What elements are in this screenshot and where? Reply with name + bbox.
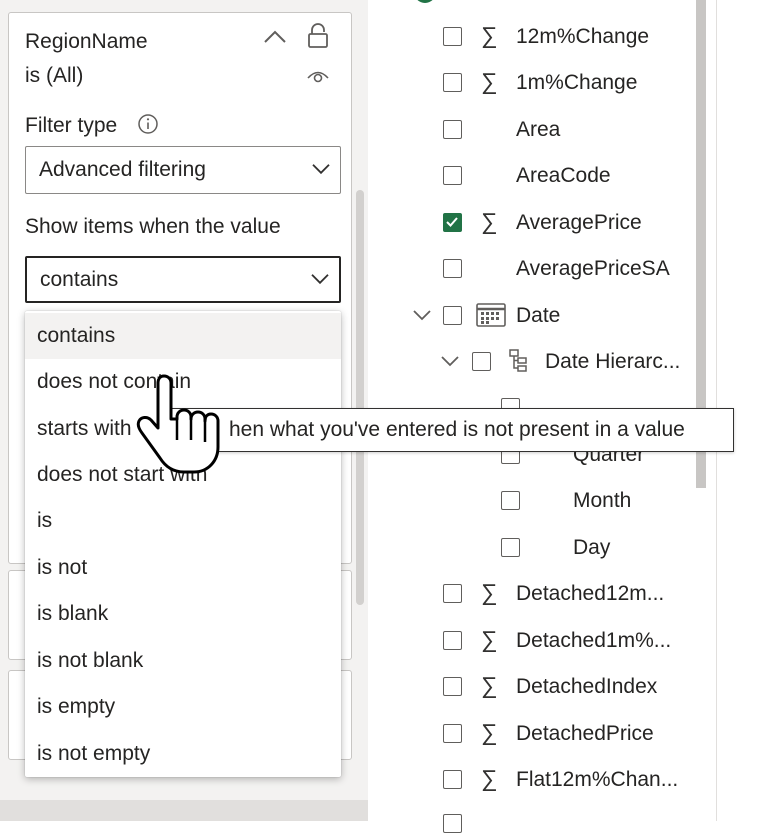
option-is-empty[interactable]: is empty [25, 684, 341, 730]
sigma-icon: ∑ [481, 68, 498, 94]
operator-dropdown[interactable]: contains [25, 256, 341, 303]
sigma-icon: ∑ [481, 672, 498, 698]
chevron-down-icon [311, 266, 329, 290]
chevron-down-icon[interactable] [412, 308, 432, 327]
sigma-icon: ∑ [481, 719, 498, 745]
field-label: AveragePrice [516, 211, 642, 234]
field-label: Flat12m%Chan... [516, 768, 679, 791]
field-label: 1m%Change [516, 71, 638, 94]
field-checkbox[interactable] [443, 724, 462, 743]
field-label: DetachedPrice [516, 722, 654, 745]
field-checkbox[interactable] [443, 631, 462, 650]
option-is-not-blank[interactable]: is not blank [25, 638, 341, 684]
filter-field-name: RegionName [25, 30, 148, 53]
lock-icon[interactable] [307, 23, 329, 54]
field-label: DetachedIndex [516, 675, 658, 698]
field-label: Detached12m... [516, 582, 665, 605]
sigma-icon: ∑ [481, 579, 498, 605]
field-checkbox[interactable] [472, 352, 491, 371]
table-checked-icon [412, 0, 438, 15]
hand-pointer-icon [134, 370, 224, 485]
filter-field-state: is (All) [25, 64, 84, 87]
field-checkbox[interactable] [443, 166, 462, 185]
sigma-icon: ∑ [481, 765, 498, 791]
sigma-icon: ∑ [481, 208, 498, 234]
field-checkbox[interactable] [501, 491, 520, 510]
field-checkbox[interactable] [443, 584, 462, 603]
option-is-blank[interactable]: is blank [25, 591, 341, 637]
chevron-down-icon[interactable] [440, 354, 460, 373]
show-items-label: Show items when the value [25, 215, 281, 238]
option-is-not-empty[interactable]: is not empty [25, 731, 341, 777]
option-tooltip: hen what you've entered is not present i… [168, 408, 734, 452]
filters-scrollbar[interactable] [356, 190, 364, 605]
sigma-icon: ∑ [481, 626, 498, 652]
field-label: Date Hierarc... [545, 350, 681, 373]
tooltip-text: hen what you've entered is not present i… [229, 418, 685, 441]
field-label: AveragePriceSA [516, 257, 670, 280]
field-checkbox[interactable] [443, 770, 462, 789]
hierarchy-icon [508, 348, 528, 377]
option-is-not[interactable]: is not [25, 545, 341, 591]
field-label: Day [573, 536, 611, 559]
field-label: Area [516, 118, 561, 141]
field-label: 12m%Change [516, 25, 650, 48]
field-checkbox-checked[interactable] [443, 213, 462, 232]
field-label: AreaCode [516, 164, 611, 187]
field-checkbox[interactable] [501, 538, 520, 557]
sigma-icon: ∑ [481, 22, 498, 48]
option-contains[interactable]: contains [25, 313, 341, 359]
info-icon[interactable] [137, 113, 159, 140]
field-checkbox[interactable] [443, 259, 462, 278]
eye-icon[interactable] [307, 67, 329, 90]
field-checkbox[interactable] [443, 306, 462, 325]
field-label: Detached1m%... [516, 629, 672, 652]
chevron-up-icon[interactable] [263, 27, 287, 52]
filter-type-label: Filter type [25, 114, 118, 137]
filter-type-value: Advanced filtering [39, 158, 206, 181]
option-is[interactable]: is [25, 498, 341, 544]
operator-value: contains [40, 267, 119, 291]
chevron-down-icon [312, 157, 330, 181]
filters-pane-footer [0, 800, 368, 821]
field-label: Month [573, 489, 632, 512]
field-checkbox[interactable] [443, 27, 462, 46]
field-checkbox[interactable] [443, 73, 462, 92]
calendar-icon [475, 300, 507, 333]
field-label: Date [516, 304, 561, 327]
field-checkbox[interactable] [443, 120, 462, 139]
field-checkbox[interactable] [443, 677, 462, 696]
filter-type-dropdown[interactable]: Advanced filtering [25, 146, 341, 194]
field-checkbox[interactable] [443, 814, 462, 833]
